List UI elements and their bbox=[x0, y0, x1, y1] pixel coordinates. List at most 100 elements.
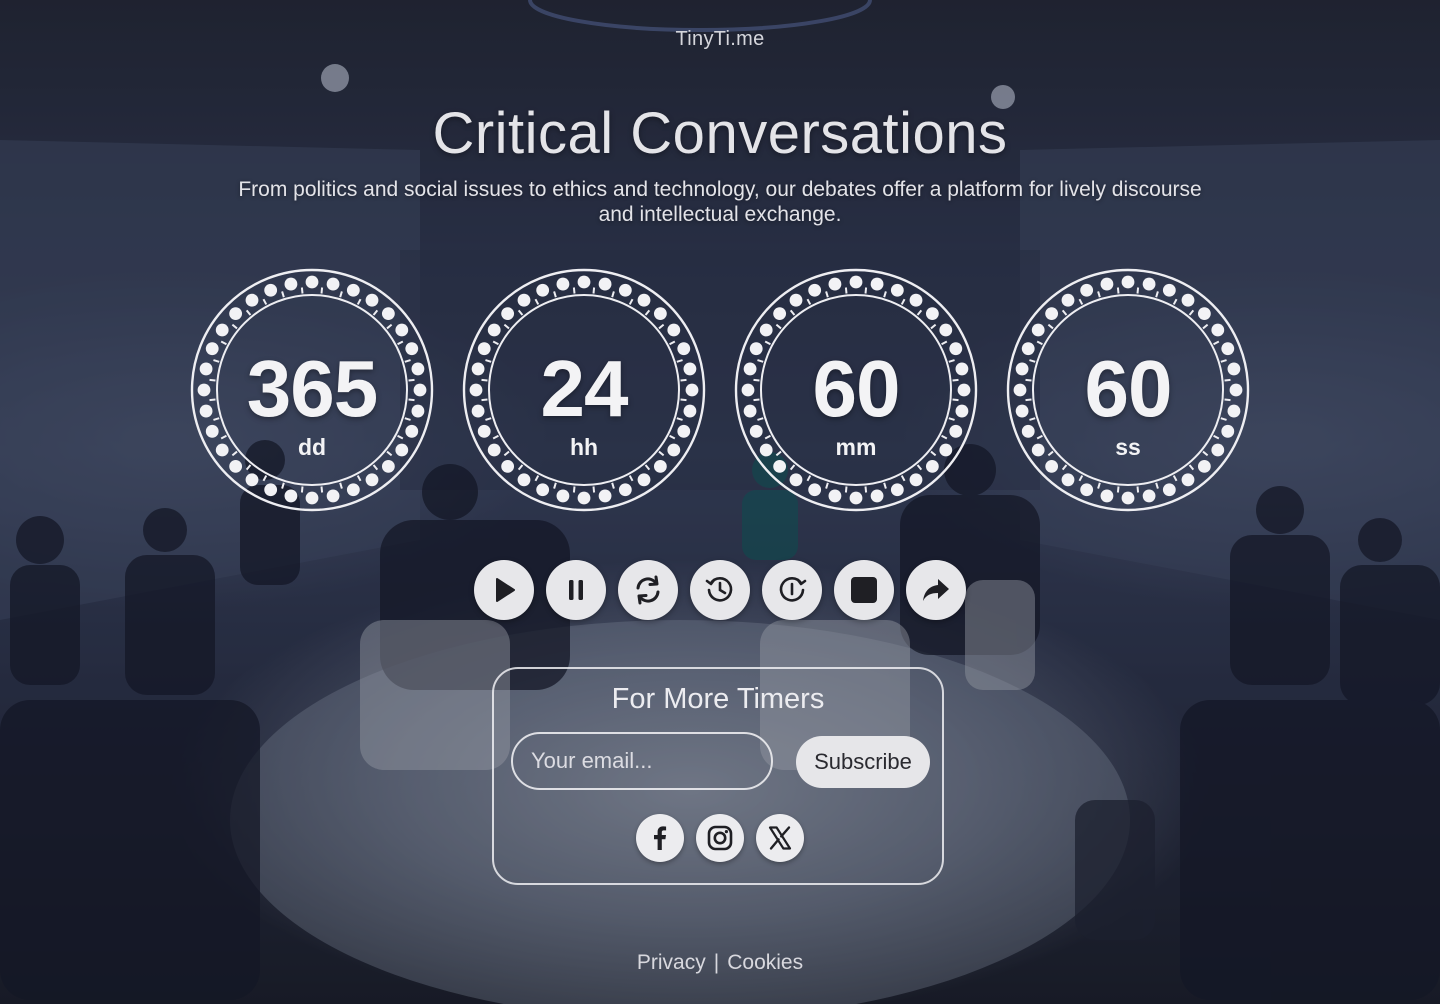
dial-tick bbox=[1061, 464, 1068, 471]
dial-bead bbox=[305, 491, 319, 505]
share-button[interactable] bbox=[906, 560, 966, 620]
dial-tick bbox=[572, 287, 576, 294]
dial-tick bbox=[281, 482, 285, 489]
dial-tick bbox=[356, 475, 362, 482]
dial-bead bbox=[517, 473, 531, 487]
pause-button[interactable] bbox=[546, 560, 606, 620]
dial-bead bbox=[556, 489, 570, 503]
dial-tick bbox=[864, 486, 868, 493]
dial-bead bbox=[618, 483, 632, 497]
dial-bead bbox=[773, 307, 787, 321]
page-title: Critical Conversations bbox=[432, 101, 1008, 166]
dial-tick bbox=[386, 323, 393, 330]
newsletter-title: For More Timers bbox=[611, 683, 825, 715]
countdown-days: 365 dd bbox=[190, 268, 434, 512]
dial-bead bbox=[284, 277, 298, 291]
dial-tick bbox=[916, 309, 923, 316]
dial-bead bbox=[346, 283, 360, 297]
countdown-seconds: 60 ss bbox=[1006, 268, 1250, 512]
seconds-value: 60 bbox=[1084, 344, 1173, 433]
minutes-unit-label: mm bbox=[835, 434, 877, 460]
dial-bead bbox=[828, 277, 842, 291]
dial-tick bbox=[900, 475, 906, 482]
dial-bead bbox=[890, 283, 904, 297]
dial-bead bbox=[1162, 483, 1176, 497]
dial-bead bbox=[1181, 473, 1195, 487]
dial-tick bbox=[1047, 323, 1054, 330]
dial-tick bbox=[320, 287, 324, 294]
dial-bead bbox=[808, 283, 822, 297]
stop-icon bbox=[851, 577, 877, 603]
stop-button[interactable] bbox=[834, 560, 894, 620]
x-link[interactable] bbox=[756, 814, 804, 862]
dial-tick bbox=[628, 298, 634, 305]
minutes-value: 60 bbox=[812, 344, 901, 433]
dial-tick bbox=[534, 475, 540, 482]
dial-tick bbox=[592, 486, 596, 493]
dial-tick bbox=[1172, 298, 1178, 305]
dial-tick bbox=[300, 287, 304, 294]
dial-bead bbox=[305, 275, 319, 289]
dial-bead bbox=[1045, 459, 1059, 473]
dial-tick bbox=[611, 291, 615, 298]
dial-tick bbox=[534, 298, 540, 305]
email-input[interactable] bbox=[511, 732, 773, 790]
countdown-minutes: 60 mm bbox=[734, 268, 978, 512]
dial-tick bbox=[658, 323, 665, 330]
dial-bead bbox=[536, 483, 550, 497]
instagram-link[interactable] bbox=[696, 814, 744, 862]
dial-bead bbox=[346, 483, 360, 497]
dial-tick bbox=[1155, 482, 1159, 489]
dial-bead bbox=[1162, 283, 1176, 297]
dial-bead bbox=[1142, 277, 1156, 291]
subscribe-button[interactable]: Subscribe bbox=[796, 736, 930, 788]
play-button[interactable] bbox=[474, 560, 534, 620]
days-unit-label: dd bbox=[297, 434, 327, 460]
reset-button[interactable] bbox=[618, 560, 678, 620]
dial-bead bbox=[1061, 473, 1075, 487]
page-subtitle: From politics and social issues to ethic… bbox=[238, 178, 1202, 226]
dial-tick bbox=[825, 291, 829, 298]
dial-bead bbox=[828, 489, 842, 503]
play-icon bbox=[496, 578, 515, 602]
dial-bead bbox=[264, 283, 278, 297]
footer-separator: | bbox=[713, 951, 720, 974]
dial-bead bbox=[637, 473, 651, 487]
dial-tick bbox=[339, 291, 343, 298]
dial-bead bbox=[501, 459, 515, 473]
dial-tick bbox=[517, 309, 524, 316]
dial-bead bbox=[284, 489, 298, 503]
share-icon bbox=[923, 579, 949, 601]
facebook-link[interactable] bbox=[636, 814, 684, 862]
dial-tick bbox=[930, 323, 937, 330]
dial-bead bbox=[536, 283, 550, 297]
dial-tick bbox=[883, 291, 887, 298]
cookies-link[interactable]: Cookies bbox=[727, 951, 803, 974]
dial-tick bbox=[825, 482, 829, 489]
dial-bead bbox=[909, 293, 923, 307]
dial-bead bbox=[773, 459, 787, 473]
brand-logo[interactable]: TinyTi.me bbox=[0, 28, 1440, 51]
dial-bead bbox=[517, 293, 531, 307]
dial-bead bbox=[365, 293, 379, 307]
restore-button[interactable] bbox=[762, 560, 822, 620]
dial-bead bbox=[925, 307, 939, 321]
dial-bead bbox=[1100, 277, 1114, 291]
dial-bead bbox=[229, 307, 243, 321]
rewind-button[interactable] bbox=[690, 560, 750, 620]
dial-bead bbox=[637, 293, 651, 307]
dial-tick bbox=[1061, 309, 1068, 316]
dial-bead bbox=[849, 491, 863, 505]
countdown-hours: 24 hh bbox=[462, 268, 706, 512]
dial-tick bbox=[900, 298, 906, 305]
dial-tick bbox=[503, 323, 510, 330]
dial-tick bbox=[1136, 486, 1140, 493]
dial-tick bbox=[844, 486, 848, 493]
instagram-icon bbox=[707, 825, 733, 851]
dial-bead bbox=[849, 275, 863, 289]
dial-tick bbox=[1136, 287, 1140, 294]
privacy-link[interactable]: Privacy bbox=[637, 951, 706, 974]
dial-bead bbox=[1080, 483, 1094, 497]
dial-tick bbox=[806, 298, 812, 305]
dial-bead bbox=[1080, 283, 1094, 297]
